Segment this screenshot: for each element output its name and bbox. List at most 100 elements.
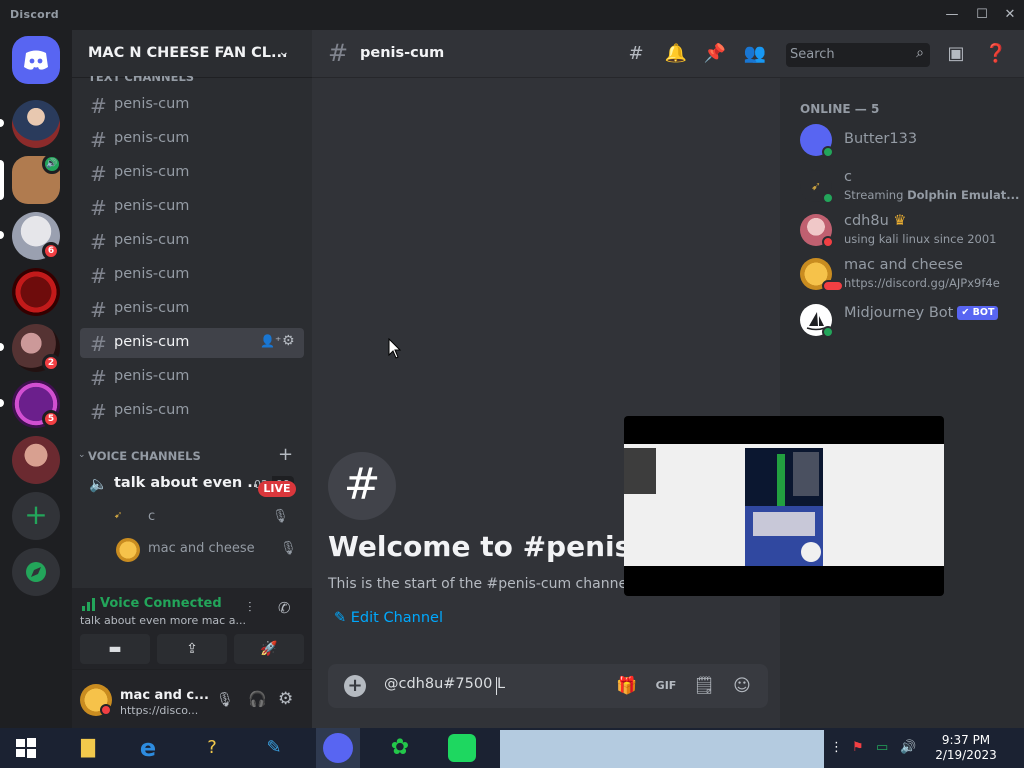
member-item[interactable]: mac and cheese https://discord.gg/AJPx9f…	[788, 254, 1016, 296]
game-panel	[753, 512, 815, 536]
invite-icon[interactable]: 👤⁺	[260, 334, 281, 348]
spotify-icon[interactable]	[440, 728, 484, 768]
stream-sidebar-block	[624, 448, 656, 494]
add-channel-icon[interactable]: +	[278, 444, 293, 465]
edit-channel-link[interactable]: ✎ Edit Channel	[334, 610, 443, 626]
bell-icon[interactable]: 🔔	[664, 42, 688, 66]
game-button	[801, 542, 821, 562]
attach-plus-icon[interactable]: +	[344, 675, 366, 697]
discord-taskbar-icon[interactable]	[316, 728, 360, 768]
voice-status[interactable]: Voice Connected	[100, 596, 222, 611]
user-name[interactable]: mac and c...	[120, 688, 209, 703]
hash-icon: #	[90, 332, 107, 356]
hash-icon: #	[90, 162, 107, 186]
voice-user[interactable]: ➹ c 🎙	[108, 504, 304, 532]
crown-icon: ♛	[893, 213, 907, 229]
channel-item[interactable]: # penis-cum	[80, 294, 304, 324]
search-input[interactable]: Search ⌕	[786, 43, 930, 67]
hash-icon: #	[90, 366, 107, 390]
disconnect-icon[interactable]: ✆	[278, 599, 291, 617]
screen-share-button[interactable]: ⇪	[157, 634, 227, 664]
inbox-icon[interactable]: ▣	[944, 42, 968, 66]
welcome-title: Welcome to #penis-c	[328, 530, 660, 563]
channel-item[interactable]: # penis-cum	[80, 124, 304, 154]
hash-icon: #	[328, 39, 349, 67]
hash-icon: #	[90, 196, 107, 220]
member-name: Butter133	[844, 131, 918, 147]
online-heading: ONLINE — 5	[800, 102, 880, 116]
voice-channels-category[interactable]: VOICE CHANNELS	[88, 449, 201, 463]
channel-item[interactable]: # penis-cum	[80, 192, 304, 222]
member-item[interactable]: Butter133	[788, 120, 1016, 162]
discord-home-icon[interactable]	[12, 36, 60, 84]
server-icon-1[interactable]	[12, 100, 60, 148]
help-icon[interactable]: ❓	[984, 42, 1008, 66]
member-list-icon[interactable]: 👥	[743, 42, 767, 66]
server-unread-pill	[0, 231, 4, 239]
channel-item[interactable]: # penis-cum	[80, 260, 304, 290]
search-placeholder: Search	[790, 47, 835, 62]
voice-user[interactable]: mac and cheese 🎙	[108, 536, 304, 564]
tray-overflow-icon[interactable]: ⋮	[830, 740, 843, 755]
member-item[interactable]: cdh8u ♛ using kali linux since 2001	[788, 210, 1016, 252]
gift-icon[interactable]: 🎁	[615, 674, 639, 698]
threads-icon[interactable]: #	[624, 42, 648, 66]
channel-welcome-icon: #	[328, 452, 396, 520]
server-icon-4[interactable]	[12, 268, 60, 316]
clock-time: 9:37 PM	[941, 733, 991, 747]
internet-explorer-icon[interactable]: e	[126, 728, 170, 768]
server-header[interactable]: MAC N CHEESE FAN CL... ⌄	[72, 30, 312, 78]
voice-user-name: mac and cheese	[148, 541, 255, 556]
windows-start-icon[interactable]	[4, 728, 48, 768]
collapse-chevron-icon[interactable]: ⌄	[78, 450, 86, 460]
gif-icon[interactable]: GIF	[654, 674, 678, 698]
sticker-icon[interactable]: 🗒	[692, 674, 716, 698]
paint-app-icon[interactable]: ✎	[252, 728, 296, 768]
search-icon: ⌕	[916, 45, 924, 61]
help-app-icon[interactable]: ?	[190, 728, 234, 768]
network-icon[interactable]: ▭	[876, 740, 888, 755]
file-explorer-icon[interactable]: ▇	[66, 728, 110, 768]
channel-item[interactable]: # penis-cum	[80, 362, 304, 392]
channel-item[interactable]: # penis-cum	[80, 90, 304, 120]
pin-icon[interactable]: 📌	[703, 42, 727, 66]
camera-button[interactable]: ▬	[80, 634, 150, 664]
flag-icon[interactable]: ⚑	[852, 740, 864, 755]
noise-suppression-icon[interactable]: ⫶	[248, 600, 252, 616]
member-name: c	[844, 169, 852, 185]
game-rock	[793, 452, 819, 496]
status-online-icon	[822, 146, 834, 158]
activities-button[interactable]: 🚀	[234, 634, 304, 664]
hash-icon: #	[90, 400, 107, 424]
hash-icon: #	[90, 264, 107, 288]
emoji-icon[interactable]: ☺	[730, 674, 754, 698]
channel-name: penis-cum	[114, 198, 190, 214]
channel-item-active[interactable]: # penis-cum 👤⁺ ⚙	[80, 328, 304, 358]
voice-channel-subtitle[interactable]: talk about even more mac a...	[80, 614, 246, 627]
message-composer[interactable]: + @cdh8u#7500 L 🎁 GIF 🗒 ☺	[328, 664, 768, 708]
stream-frame	[624, 444, 944, 566]
user-status[interactable]: https://disco...	[120, 704, 198, 717]
headphones-icon[interactable]: 🎧	[248, 690, 267, 708]
stream-popout[interactable]	[624, 416, 944, 596]
add-server-icon[interactable]: +	[12, 492, 60, 540]
channel-item[interactable]: # penis-cum	[80, 226, 304, 256]
message-input[interactable]: @cdh8u#7500 L	[384, 676, 505, 692]
close-icon[interactable]: ✕	[1000, 6, 1020, 24]
member-item[interactable]: ➹ c Streaming Dolphin Emulat... ▤	[788, 166, 1024, 208]
gear-icon[interactable]: ⚙	[282, 333, 295, 349]
mic-muted-icon[interactable]: 🎙	[216, 692, 234, 708]
explore-servers-icon[interactable]	[12, 548, 60, 596]
text-cursor	[496, 677, 497, 695]
status-dnd-icon	[822, 280, 844, 292]
server-icon-7[interactable]	[12, 436, 60, 484]
icq-icon[interactable]: ✿	[378, 728, 422, 768]
channel-item[interactable]: # penis-cum	[80, 158, 304, 188]
minimize-icon[interactable]: —	[942, 6, 962, 24]
member-item[interactable]: Midjourney Bot ✔ BOT	[788, 300, 1016, 342]
maximize-icon[interactable]: ☐	[972, 6, 992, 24]
clock[interactable]: 9:37 PM 2/19/2023	[926, 733, 1006, 763]
volume-icon[interactable]: 🔊	[900, 740, 916, 755]
channel-item[interactable]: # penis-cum	[80, 396, 304, 426]
settings-gear-icon[interactable]: ⚙	[278, 689, 293, 709]
